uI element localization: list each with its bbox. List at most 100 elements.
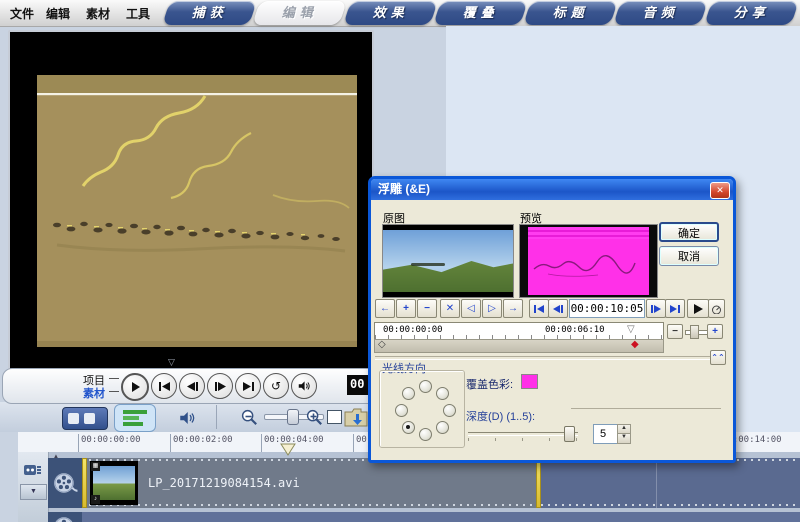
- tab-audio[interactable]: 音频: [614, 1, 709, 25]
- menu-bar: 文件 编辑 素材 工具 捕获 编辑 效果 覆叠 标题 音频 分享: [0, 0, 800, 27]
- tab-overlay[interactable]: 覆叠: [433, 1, 528, 25]
- next-keyframe-icon[interactable]: ▷: [482, 299, 502, 318]
- fit-project-icon[interactable]: [327, 410, 342, 424]
- prev-keyframe-icon[interactable]: ◁: [461, 299, 481, 318]
- tab-title[interactable]: 标题: [523, 1, 618, 25]
- goto-end-keyframe-icon[interactable]: →: [503, 299, 523, 318]
- ok-button[interactable]: 确定: [659, 222, 719, 242]
- render-speed-icon[interactable]: [708, 299, 725, 318]
- dialog-title: 浮雕 (&E): [378, 182, 430, 196]
- repeat-button[interactable]: ↺: [263, 373, 289, 399]
- light-dir-e-radio[interactable]: [443, 404, 456, 417]
- browse-media-icon[interactable]: [343, 404, 369, 430]
- ruler-label: 00:00:02:00: [173, 435, 233, 445]
- film-reel-icon: [52, 514, 78, 522]
- video-track-header[interactable]: [48, 458, 83, 508]
- prev-frame-button[interactable]: [179, 373, 205, 399]
- close-icon[interactable]: ✕: [710, 182, 730, 199]
- dialog-zoom-handle[interactable]: [690, 325, 699, 339]
- next-frame-button[interactable]: [207, 373, 233, 399]
- overlay-color-swatch[interactable]: [521, 374, 538, 389]
- dialog-zoom-in-icon[interactable]: +: [707, 324, 723, 339]
- dialog-ruler-start: 00:00:00:00: [383, 325, 443, 335]
- light-dir-n-radio[interactable]: [419, 380, 432, 393]
- menu-tools[interactable]: 工具: [126, 5, 150, 22]
- light-dir-s-radio[interactable]: [419, 428, 432, 441]
- volume-button[interactable]: [291, 373, 317, 399]
- tab-share[interactable]: 分享: [704, 1, 799, 25]
- collapse-chevron-icon[interactable]: ⌃⌃: [710, 350, 726, 365]
- dialog-zoom-out-icon[interactable]: −: [667, 324, 683, 339]
- light-dir-ne-radio[interactable]: [436, 387, 449, 400]
- add-keyframe-icon[interactable]: +: [396, 299, 416, 318]
- filter-preview-thumbnail: [519, 224, 658, 298]
- storyboard-view-icon[interactable]: [62, 407, 108, 430]
- depth-slider-track[interactable]: [468, 432, 578, 436]
- keyframe-start-diamond-icon[interactable]: ◇: [378, 339, 386, 350]
- preview-video-frame: [37, 75, 357, 347]
- keyframe-current-diamond-icon[interactable]: ◆: [631, 339, 639, 350]
- tab-effect[interactable]: 效果: [343, 1, 438, 25]
- light-direction-group: [379, 370, 465, 448]
- scroll-down-icon[interactable]: ▼: [20, 484, 47, 500]
- light-dir-se-radio[interactable]: [436, 421, 449, 434]
- zoom-out-icon[interactable]: [240, 408, 258, 431]
- dialog-ruler-marker-icon[interactable]: ▽: [627, 324, 635, 335]
- scene-badge-icon: ▦: [91, 462, 100, 471]
- sound-mixer-icon[interactable]: [172, 407, 202, 428]
- connector: [109, 391, 119, 392]
- film-reel-icon: [52, 470, 78, 496]
- cancel-button[interactable]: 取消: [659, 246, 719, 266]
- zoom-slider-handle[interactable]: [287, 409, 299, 425]
- toolbar-divider: [216, 405, 217, 429]
- jump-start-icon[interactable]: [529, 299, 549, 318]
- overlay-track[interactable]: [82, 512, 800, 522]
- clip-thumbnail[interactable]: ▦ ♪: [90, 461, 138, 505]
- tab-edit[interactable]: 编辑: [252, 1, 347, 25]
- remove-keyframe-icon[interactable]: −: [417, 299, 437, 318]
- home-button[interactable]: [151, 373, 177, 399]
- original-thumbnail: [382, 224, 514, 298]
- overlay-track-header[interactable]: [48, 512, 83, 522]
- timeline-view-icon[interactable]: [114, 404, 156, 432]
- timeline-scrubber[interactable]: [280, 443, 296, 456]
- goto-start-keyframe-icon[interactable]: ←: [375, 299, 395, 318]
- clip-trim-start-handle[interactable]: [82, 458, 87, 508]
- end-button[interactable]: [235, 373, 261, 399]
- emboss-filter-dialog: 浮雕 (&E) ✕ 原图 预览 确定 取消 ← + − ✕ ◁ ▷ → 00:0…: [368, 176, 736, 463]
- light-dir-nw-radio[interactable]: [402, 387, 415, 400]
- depth-label: 深度(D) (1..5):: [466, 408, 535, 424]
- step-forward-icon[interactable]: [646, 299, 666, 318]
- dialog-play-icon[interactable]: [687, 299, 709, 318]
- menu-edit[interactable]: 编辑: [46, 5, 70, 22]
- dialog-ruler[interactable]: 00:00:00:00 00:00:06:10 ▽: [374, 322, 664, 340]
- tab-capture[interactable]: 捕获: [162, 1, 257, 25]
- light-dir-w-radio[interactable]: [395, 404, 408, 417]
- depth-value-field[interactable]: 5: [593, 424, 619, 444]
- step-tab-band: 捕获 编辑 效果 覆叠 标题 音频 分享: [166, 1, 798, 25]
- video-clip[interactable]: ▦ ♪ LP_20171219084154.avi: [82, 458, 536, 508]
- light-dir-sw-radio[interactable]: [402, 421, 415, 434]
- jump-end-icon[interactable]: [665, 299, 685, 318]
- mode-clip-label[interactable]: 素材: [83, 385, 105, 401]
- audio-badge-icon: ♪: [91, 495, 100, 504]
- connector: [109, 378, 119, 379]
- preview-window: ▽: [8, 30, 374, 372]
- preview-resize-handle-icon[interactable]: ▽: [168, 357, 175, 368]
- keyframe-strip[interactable]: ◇ ◆: [374, 339, 664, 353]
- menu-file[interactable]: 文件: [10, 5, 34, 22]
- reverse-keyframes-icon[interactable]: ✕: [440, 299, 460, 318]
- play-button[interactable]: [121, 373, 149, 401]
- track-gutter: ▼: [18, 452, 49, 522]
- video-clip-rest[interactable]: [541, 458, 800, 508]
- menu-clip[interactable]: 素材: [86, 5, 110, 22]
- dialog-timecode[interactable]: 00:00:10:05: [569, 299, 645, 318]
- dialog-title-bar[interactable]: 浮雕 (&E) ✕: [371, 179, 733, 200]
- ruler-label: 00:00:00:00: [81, 435, 141, 445]
- clip-trim-end-handle[interactable]: [536, 458, 541, 508]
- zoom-in-icon[interactable]: [305, 408, 323, 431]
- depth-slider-handle[interactable]: [564, 426, 575, 442]
- step-back-icon[interactable]: [548, 299, 568, 318]
- track-manager-icon[interactable]: [23, 462, 43, 478]
- depth-spin-down-icon[interactable]: ▼: [617, 433, 631, 444]
